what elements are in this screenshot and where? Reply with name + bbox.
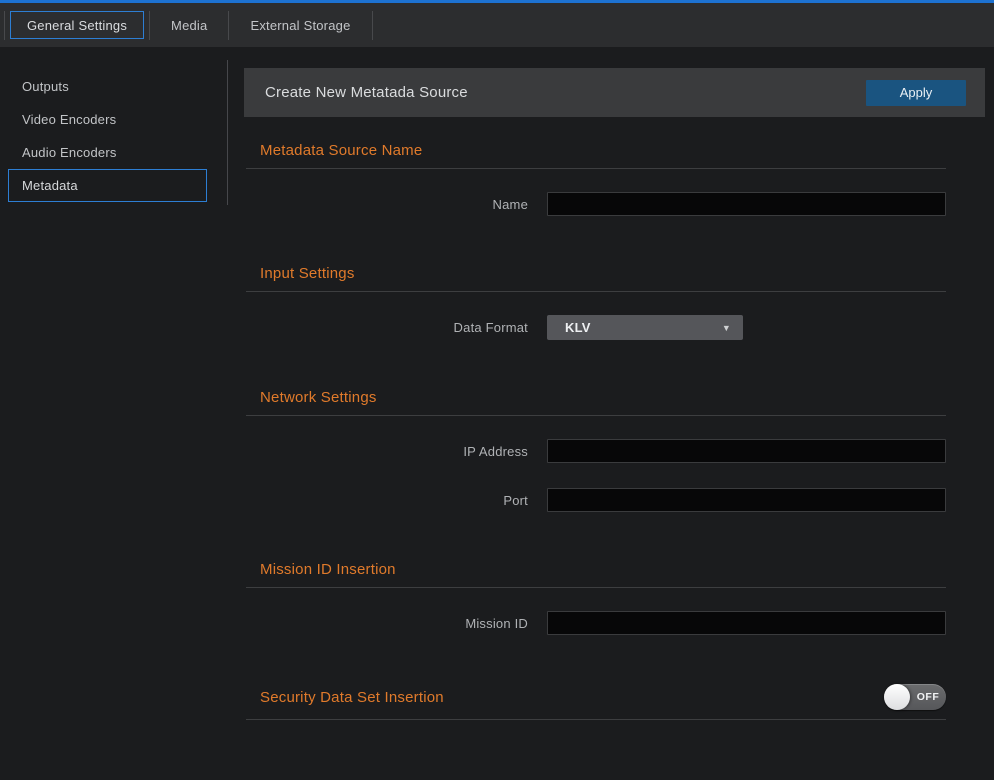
main-panel: Create New Metatada Source Apply Metadat…	[244, 47, 994, 780]
toggle-knob-icon	[884, 684, 910, 710]
form-row-ip-address: IP Address	[246, 439, 946, 463]
section-divider	[246, 719, 946, 720]
name-input[interactable]	[547, 192, 946, 216]
form-row-mission-id: Mission ID	[246, 611, 946, 635]
section-divider	[246, 587, 946, 588]
sidebar-item-video-encoders[interactable]: Video Encoders	[8, 103, 207, 136]
section-title: Network Settings	[260, 389, 946, 406]
section-title: Metadata Source Name	[260, 142, 946, 159]
form-row-port: Port	[246, 488, 946, 512]
apply-button[interactable]: Apply	[866, 80, 966, 106]
section-input-settings: Input Settings Data Format KLV ▼	[246, 265, 946, 340]
tab-general-settings[interactable]: General Settings	[10, 11, 144, 39]
form-row-data-format: Data Format KLV ▼	[246, 315, 946, 340]
ip-address-input[interactable]	[547, 439, 946, 463]
page-title: Create New Metatada Source	[265, 84, 866, 101]
sidebar-divider	[227, 60, 228, 205]
mission-id-input[interactable]	[547, 611, 946, 635]
section-metadata-source-name: Metadata Source Name Name	[246, 142, 946, 216]
port-label: Port	[246, 493, 528, 508]
section-security-data-set-insertion: Security Data Set Insertion OFF	[246, 684, 946, 720]
name-label: Name	[246, 197, 528, 212]
data-format-select[interactable]: KLV ▼	[547, 315, 743, 340]
form-content: Metadata Source Name Name Input Settings…	[246, 142, 946, 720]
toggle-state-label: OFF	[910, 691, 946, 703]
tab-separator	[372, 11, 373, 40]
tab-media[interactable]: Media	[150, 10, 228, 40]
mission-id-label: Mission ID	[246, 616, 528, 631]
port-input[interactable]	[547, 488, 946, 512]
section-mission-id-insertion: Mission ID Insertion Mission ID	[246, 561, 946, 635]
section-title: Security Data Set Insertion	[260, 689, 444, 706]
section-title: Mission ID Insertion	[260, 561, 946, 578]
tab-external-storage[interactable]: External Storage	[229, 10, 371, 40]
sidebar-item-audio-encoders[interactable]: Audio Encoders	[8, 136, 207, 169]
sidebar-item-outputs[interactable]: Outputs	[8, 70, 207, 103]
section-divider	[246, 291, 946, 292]
panel-header: Create New Metatada Source Apply	[244, 68, 985, 117]
form-row-name: Name	[246, 192, 946, 216]
section-divider	[246, 168, 946, 169]
top-tab-bar: General Settings Media External Storage	[0, 0, 994, 47]
sidebar-menu: Outputs Video Encoders Audio Encoders Me…	[0, 70, 244, 202]
data-format-selected-value: KLV	[565, 320, 722, 335]
section-network-settings: Network Settings IP Address Port	[246, 389, 946, 512]
section-title: Input Settings	[260, 265, 946, 282]
ip-address-label: IP Address	[246, 444, 528, 459]
section-divider	[246, 415, 946, 416]
security-data-set-toggle[interactable]: OFF	[884, 684, 946, 710]
sidebar-item-metadata[interactable]: Metadata	[8, 169, 207, 202]
settings-sidebar: Outputs Video Encoders Audio Encoders Me…	[0, 47, 244, 780]
data-format-label: Data Format	[246, 320, 528, 335]
chevron-down-icon: ▼	[722, 323, 731, 333]
tab-separator	[4, 11, 5, 40]
